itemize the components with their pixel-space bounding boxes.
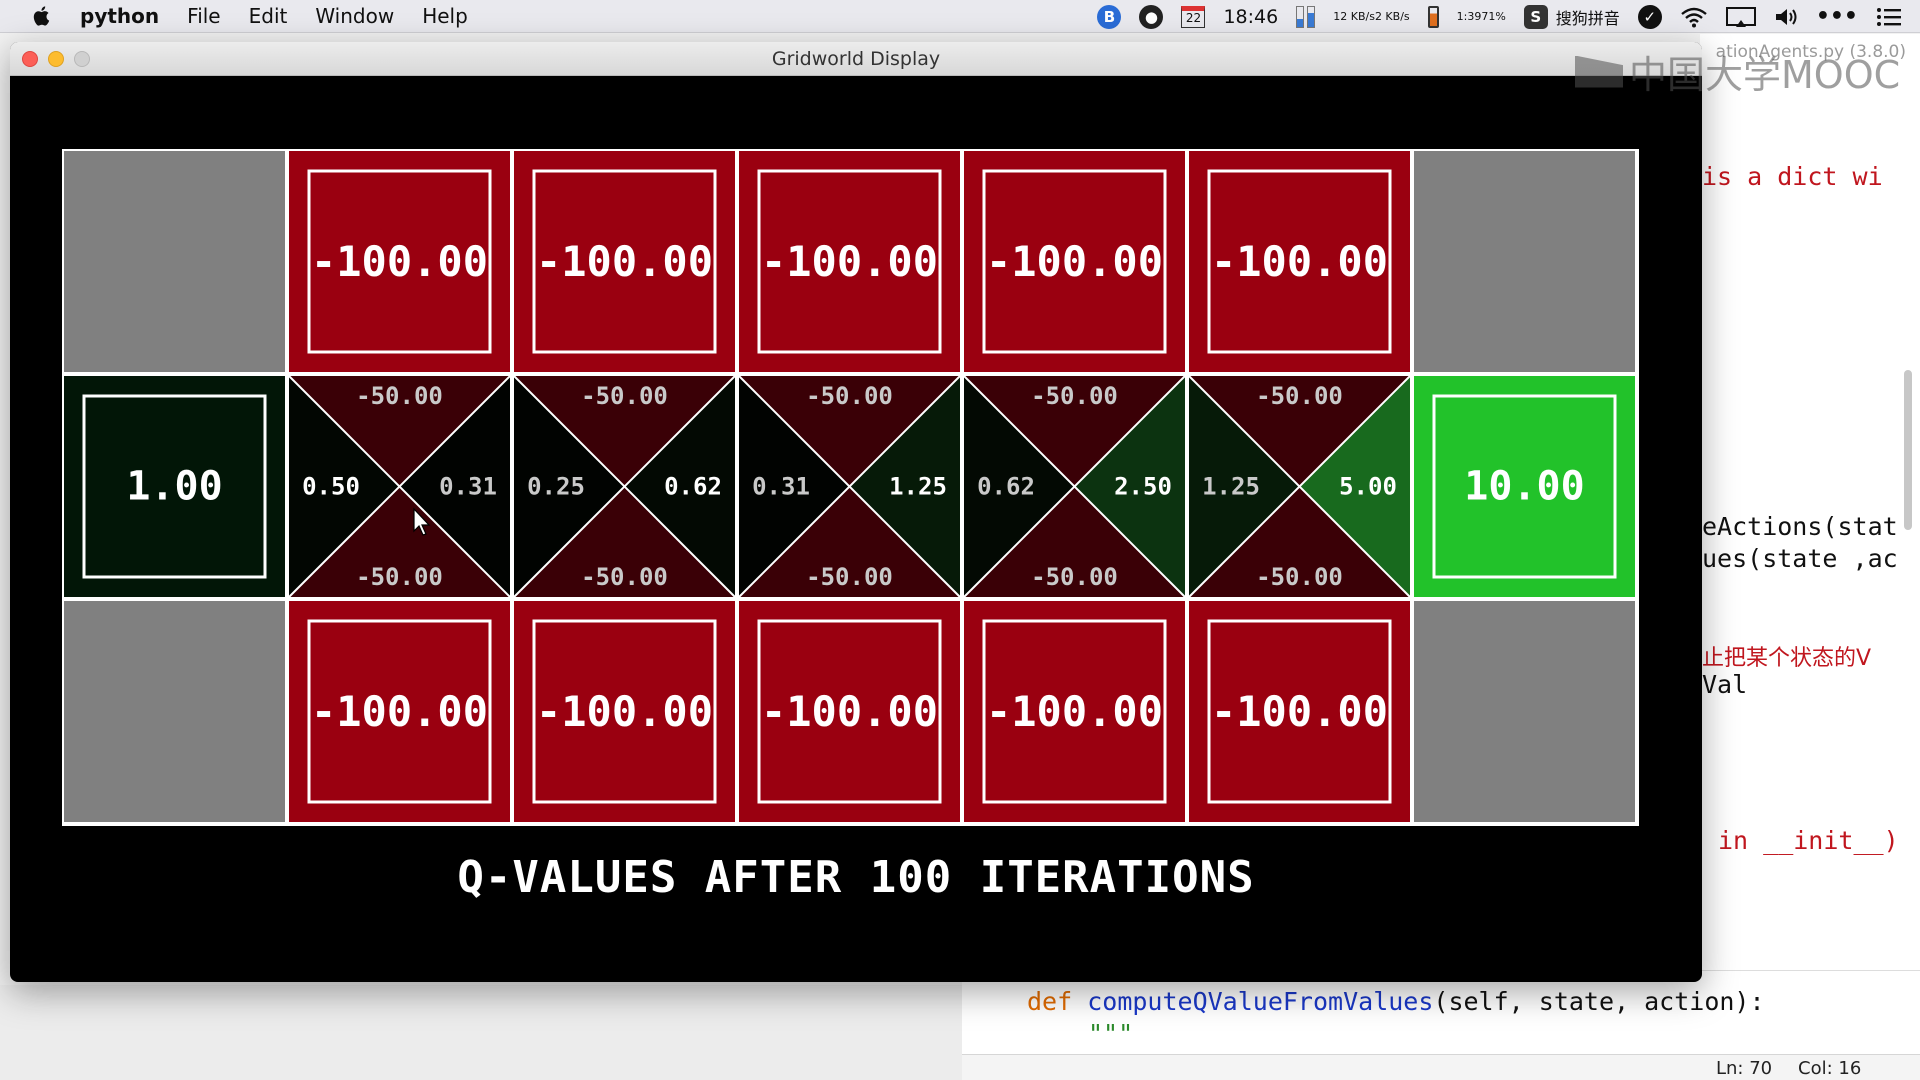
wall-cell — [64, 151, 285, 372]
menu-app-python[interactable]: python — [80, 4, 159, 28]
q-north-value: -50.00 — [1031, 382, 1118, 410]
q-south-value: -50.00 — [1256, 563, 1343, 591]
editor-line: in __init__) — [1718, 826, 1899, 855]
q-south-value: -50.00 — [356, 563, 443, 591]
terminal-value: -100.00 — [761, 237, 938, 286]
terminal-value: -100.00 — [1211, 687, 1388, 736]
watermark-text: 中国大学MOOC — [1629, 53, 1901, 97]
q-west-value: 0.25 — [527, 473, 585, 501]
menu-window[interactable]: Window — [315, 4, 394, 28]
q-south-value: -50.00 — [806, 563, 893, 591]
q-north-value: -50.00 — [806, 382, 893, 410]
terminal-value: -100.00 — [536, 237, 713, 286]
mooc-watermark: 中国大学MOOC — [1575, 44, 1900, 99]
battery-icon[interactable] — [1427, 5, 1439, 28]
terminal-value: -100.00 — [311, 687, 488, 736]
terminal-value: -100.00 — [1211, 237, 1388, 286]
memory-meter-icon[interactable] — [1296, 5, 1316, 28]
ime-label[interactable]: 搜狗拼音 — [1556, 5, 1620, 29]
code-editor-background[interactable]: is a dict wi eActions(stat ues(state ,ac… — [1700, 34, 1920, 1054]
function-args: (self, state, action): — [1433, 987, 1765, 1016]
menu-help[interactable]: Help — [422, 4, 468, 28]
line-number-text: Ln: 70 — [1716, 1058, 1773, 1079]
q-east-value: 1.25 — [889, 473, 947, 501]
calendar-date-badge: 22 — [1181, 5, 1206, 28]
notification-center-icon[interactable] — [1876, 6, 1902, 28]
desktop-background — [0, 985, 962, 1080]
screen-mirroring-icon[interactable] — [1725, 6, 1756, 28]
editor-scrollbar[interactable] — [1904, 370, 1912, 530]
editor-line: eActions(stat — [1702, 512, 1898, 541]
wall-cell — [1414, 601, 1635, 822]
sogou-ime-icon[interactable]: S — [1523, 4, 1548, 29]
flame-icon[interactable]: ✓ — [1637, 4, 1662, 29]
mooc-logo-icon — [1575, 55, 1623, 88]
calendar-icon[interactable]: 22 — [1181, 5, 1206, 28]
terminal-value: -100.00 — [986, 687, 1163, 736]
terminal-value: -100.00 — [536, 687, 713, 736]
more-icon[interactable]: ••• — [1816, 4, 1858, 29]
q-west-value: 0.31 — [752, 473, 810, 501]
net-up-text: 12 KB/s — [1333, 9, 1375, 23]
q-east-value: 5.00 — [1339, 473, 1397, 501]
status-area: B ● 22 18:46 12 KB/s 2 KB/s 1:39 71% S 搜… — [1097, 0, 1920, 33]
wall-cell — [1414, 151, 1635, 372]
volume-icon[interactable] — [1774, 6, 1798, 28]
gridworld-canvas[interactable]: -100.00 -100.00 -100.00 -100.00 -100.00 1.00 -… — [10, 77, 1702, 837]
code-editor-visible-lines[interactable]: def computeQValueFromValues(self, state,… — [962, 970, 1920, 1054]
code-def-line: def computeQValueFromValues(self, state,… — [1027, 987, 1765, 1016]
terminal-value: -100.00 — [761, 687, 938, 736]
battery-status[interactable]: 1:39 71% — [1456, 9, 1506, 23]
editor-line: ues(state ,ac — [1702, 544, 1898, 573]
column-number-text: Col: 16 — [1798, 1058, 1862, 1079]
window-titlebar[interactable]: Gridworld Display — [10, 42, 1702, 76]
window-title: Gridworld Display — [771, 48, 941, 70]
code-docstring: """ — [1088, 1019, 1134, 1048]
wall-cell — [64, 601, 285, 822]
q-east-value: 2.50 — [1114, 473, 1172, 501]
battery-percent-text: 71% — [1481, 9, 1506, 23]
creative-cloud-icon[interactable]: ● — [1139, 4, 1164, 29]
terminal-value: 1.00 — [126, 464, 222, 510]
keyword-def: def — [1027, 987, 1073, 1016]
editor-line: 止把某个状态的V — [1702, 646, 1872, 671]
q-north-value: -50.00 — [356, 382, 443, 410]
q-south-value: -50.00 — [581, 563, 668, 591]
q-west-value: 0.62 — [977, 473, 1035, 501]
q-east-value: 0.31 — [439, 473, 497, 501]
bluetooth-app-icon[interactable]: B — [1097, 4, 1122, 29]
q-west-value: 0.50 — [302, 473, 360, 501]
q-east-value: 0.62 — [664, 473, 722, 501]
net-down-text: 2 KB/s — [1374, 9, 1410, 23]
menu-edit[interactable]: Edit — [249, 4, 288, 28]
wifi-icon[interactable] — [1680, 6, 1708, 28]
battery-time-text: 1:39 — [1456, 9, 1482, 23]
gridworld-window[interactable]: Gridworld Display -100.00 -100.00 -100.00-… — [10, 42, 1702, 982]
editor-statusbar: Ln: 70 Col: 16 — [962, 1054, 1920, 1080]
apple-icon[interactable] — [30, 4, 54, 28]
function-name: computeQValueFromValues — [1087, 987, 1434, 1016]
editor-line: is a dict wi — [1702, 162, 1883, 191]
terminal-value: 10.00 — [1464, 464, 1584, 510]
q-north-value: -50.00 — [1256, 382, 1343, 410]
q-west-value: 1.25 — [1202, 473, 1260, 501]
menubar: python File Edit Window Help B ● 22 18:4… — [0, 0, 1920, 33]
editor-line: Val — [1702, 670, 1748, 699]
menu-file[interactable]: File — [187, 4, 220, 28]
network-speed[interactable]: 12 KB/s 2 KB/s — [1333, 9, 1410, 23]
terminal-value: -100.00 — [311, 237, 488, 286]
terminal-value: -100.00 — [986, 237, 1163, 286]
q-north-value: -50.00 — [581, 382, 668, 410]
q-south-value: -50.00 — [1031, 563, 1118, 591]
iteration-caption: Q-VALUES AFTER 100 ITERATIONS — [457, 852, 1255, 903]
clock-text[interactable]: 18:46 — [1223, 6, 1278, 28]
